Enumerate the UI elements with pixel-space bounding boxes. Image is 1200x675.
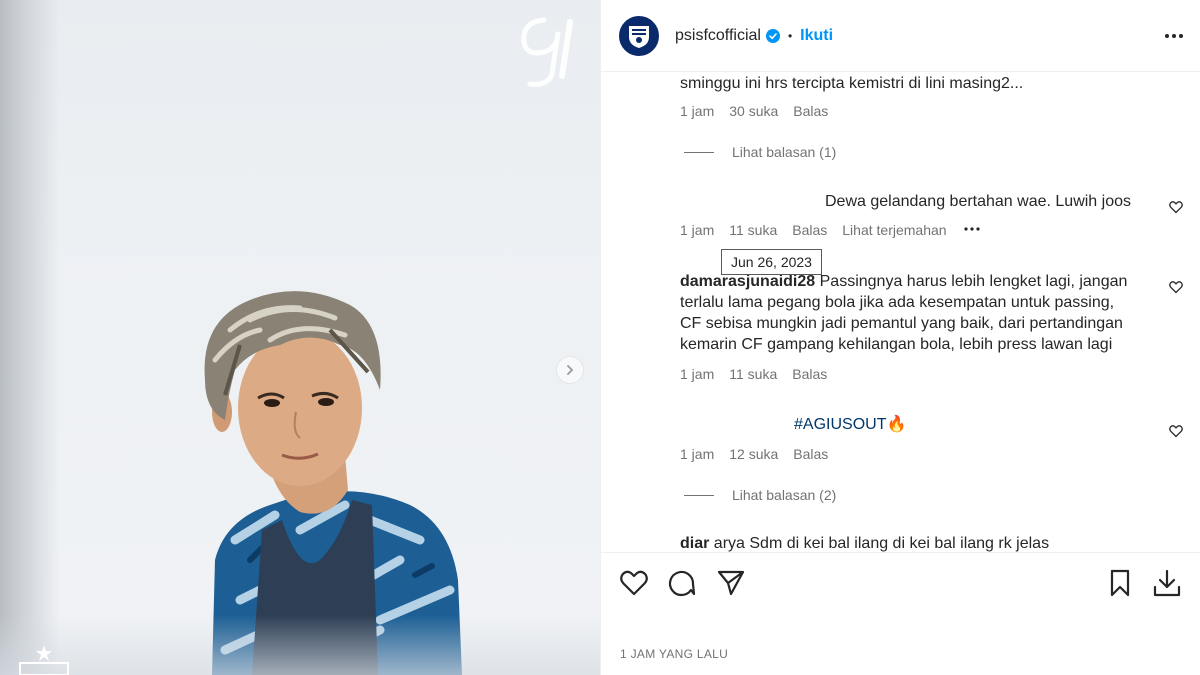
comment-line: Passingnya harus lebih lengket lagi, jan… [819, 273, 1128, 290]
comment-hashtag[interactable]: #AGIUSOUT🔥 [794, 414, 906, 435]
photo-bottom-shade [0, 615, 600, 675]
actions-divider [601, 552, 1200, 553]
comment-like-icon[interactable] [1169, 200, 1183, 214]
chevron-right-icon [567, 365, 574, 375]
player-photo [204, 291, 462, 675]
club-crest-icon [629, 25, 649, 48]
club-badge-icon [19, 645, 69, 675]
comment-meta: 1 jam 12 suka Balas [680, 446, 843, 462]
comment-line: kemarin CF gampang kehilangan bola, lebi… [680, 336, 1113, 353]
post-photo [0, 0, 600, 675]
comment-meta: 1 jam 11 suka Balas [680, 366, 842, 382]
view-replies-button[interactable]: Lihat balasan (2) [684, 487, 836, 503]
bookmark-icon[interactable] [1105, 568, 1135, 598]
club-watermark-icon [521, 17, 573, 87]
download-icon[interactable] [1152, 568, 1182, 598]
reply-button[interactable]: Balas [792, 366, 827, 382]
comment-text: sminggu ini hrs tercipta kemistri di lin… [680, 75, 1024, 92]
comment-line: arya Sdm di kei bal ilang di kei bal ila… [713, 535, 1050, 552]
profile-avatar[interactable] [619, 15, 659, 56]
comment-like-icon[interactable] [1169, 280, 1183, 294]
comment-like-icon[interactable] [1169, 424, 1183, 438]
comment-time[interactable]: 1 jam [680, 446, 714, 462]
comment-text-block: damarasjunaidi28 Passingnya harus lebih … [680, 271, 1160, 355]
follow-button[interactable]: Ikuti [800, 27, 833, 45]
comment-likes[interactable]: 12 suka [729, 446, 778, 462]
comment-line: terlalu lama pegang bola jika ada kesemp… [680, 294, 1115, 311]
more-horizontal-icon[interactable] [1163, 26, 1185, 46]
profile-username[interactable]: psisfcofficial [675, 27, 761, 45]
reply-button[interactable]: Balas [792, 222, 827, 238]
comment-list[interactable]: sminggu ini hrs tercipta kemistri di lin… [601, 72, 1200, 552]
verified-badge-icon [765, 28, 780, 43]
comment-meta: 1 jam 30 suka Balas [680, 103, 843, 119]
comment-likes[interactable]: 11 suka [729, 366, 777, 382]
timestamp-tooltip: Jun 26, 2023 [721, 249, 822, 275]
comment-line: CF sebisa mungkin jadi pemantul yang bai… [680, 315, 1123, 332]
replies-line [684, 151, 714, 153]
comment-likes[interactable]: 30 suka [729, 103, 778, 119]
comment-icon[interactable] [667, 568, 697, 598]
post-time-ago: 1 JAM YANG LALU [620, 647, 729, 661]
post-sidebar: psisfcofficial • Ikuti sminggu ini hrs t… [600, 0, 1200, 675]
comment-options-icon[interactable] [962, 222, 982, 236]
comment-time[interactable]: 1 jam [680, 103, 714, 119]
next-photo-button[interactable] [556, 356, 584, 384]
post-header: psisfcofficial • Ikuti [601, 0, 1200, 72]
comment-time[interactable]: 1 jam [680, 222, 714, 238]
comment-meta: 1 jam 11 suka Balas Lihat terjemahan [680, 222, 982, 238]
comment-username[interactable]: diar [680, 535, 709, 552]
reply-button[interactable]: Balas [793, 446, 828, 462]
comment-time[interactable]: 1 jam [680, 366, 714, 382]
view-replies-label: Lihat balasan (2) [732, 487, 837, 503]
post-actions-bar [601, 560, 1200, 610]
comment-text: Dewa gelandang bertahan wae. Luwih joos [825, 193, 1131, 210]
header-separator: • [787, 28, 793, 43]
comment-likes[interactable]: 11 suka [729, 222, 777, 238]
heart-icon[interactable] [619, 568, 649, 598]
reply-button[interactable]: Balas [793, 103, 828, 119]
replies-line [684, 494, 714, 496]
view-replies-button[interactable]: Lihat balasan (1) [684, 144, 836, 160]
comment-username[interactable]: damarasjunaidi28 [680, 273, 815, 290]
comment-text-block: diar arya Sdm di kei bal ilang di kei ba… [680, 533, 1160, 552]
translate-button[interactable]: Lihat terjemahan [842, 222, 946, 238]
view-replies-label: Lihat balasan (1) [732, 144, 837, 160]
send-icon[interactable] [716, 568, 746, 598]
